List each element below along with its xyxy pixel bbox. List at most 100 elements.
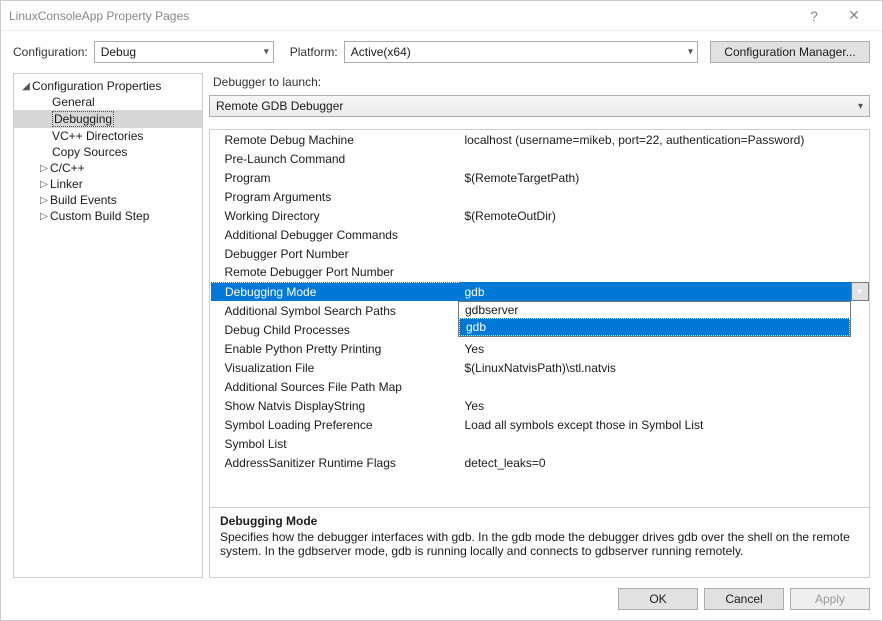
- configuration-value: Debug: [101, 45, 136, 59]
- description-pane: Debugging Mode Specifies how the debugge…: [209, 508, 870, 578]
- tree-item-label: Build Events: [50, 193, 117, 207]
- property-value[interactable]: $(RemoteOutDir): [459, 206, 869, 225]
- description-title: Debugging Mode: [220, 514, 859, 528]
- description-text: Specifies how the debugger interfaces wi…: [220, 530, 859, 558]
- configuration-manager-button[interactable]: Configuration Manager...: [710, 41, 870, 63]
- expand-icon[interactable]: ▷: [38, 195, 50, 206]
- property-value[interactable]: [459, 149, 869, 168]
- tree-item-label: Linker: [50, 177, 83, 191]
- property-value[interactable]: [459, 377, 869, 396]
- dropdown-option[interactable]: gdbserver: [459, 302, 850, 318]
- tree-item-label: General: [52, 95, 95, 109]
- tree-item[interactable]: Copy Sources: [14, 144, 202, 160]
- cancel-button[interactable]: Cancel: [704, 588, 784, 610]
- property-value[interactable]: gdb▾: [459, 282, 869, 301]
- tree-item-label: VC++ Directories: [52, 129, 143, 143]
- property-value[interactable]: Yes: [459, 339, 869, 358]
- property-row[interactable]: Program Arguments: [211, 187, 869, 206]
- property-row[interactable]: Symbol List: [211, 434, 869, 453]
- tree-root[interactable]: ◢ Configuration Properties: [14, 78, 202, 94]
- property-value[interactable]: detect_leaks=0: [459, 453, 869, 472]
- property-key: Additional Debugger Commands: [211, 225, 459, 244]
- tree-item-label: Debugging: [52, 111, 114, 127]
- property-row[interactable]: Debugger Port Number: [211, 244, 869, 263]
- ok-button[interactable]: OK: [618, 588, 698, 610]
- tree-item[interactable]: General: [14, 94, 202, 110]
- dropdown-button[interactable]: ▾: [851, 282, 869, 301]
- property-key: Program Arguments: [211, 187, 459, 206]
- property-value[interactable]: [459, 263, 869, 282]
- property-key: Visualization File: [211, 358, 459, 377]
- property-row[interactable]: Visualization File$(LinuxNatvisPath)\stl…: [211, 358, 869, 377]
- property-row[interactable]: Additional Sources File Path Map: [211, 377, 869, 396]
- property-row[interactable]: Remote Debugger Port Number: [211, 263, 869, 282]
- configuration-label: Configuration:: [13, 45, 88, 59]
- window-title: LinuxConsoleApp Property Pages: [9, 9, 794, 23]
- collapse-icon[interactable]: ◢: [20, 81, 32, 92]
- property-value[interactable]: $(RemoteTargetPath): [459, 168, 869, 187]
- property-value[interactable]: [459, 244, 869, 263]
- property-key: Show Natvis DisplayString: [211, 396, 459, 415]
- property-row[interactable]: Pre-Launch Command: [211, 149, 869, 168]
- platform-value: Active(x64): [351, 45, 411, 59]
- property-row[interactable]: Working Directory$(RemoteOutDir): [211, 206, 869, 225]
- property-key: Additional Symbol Search Paths: [211, 301, 459, 320]
- property-row[interactable]: Symbol Loading PreferenceLoad all symbol…: [211, 415, 869, 434]
- property-key: Enable Python Pretty Printing: [211, 339, 459, 358]
- property-key: Working Directory: [211, 206, 459, 225]
- property-key: AddressSanitizer Runtime Flags: [211, 453, 459, 472]
- dialog-window: LinuxConsoleApp Property Pages ? ✕ Confi…: [0, 0, 883, 621]
- close-icon[interactable]: ✕: [834, 7, 874, 24]
- property-row[interactable]: Program$(RemoteTargetPath): [211, 168, 869, 187]
- property-key: Program: [211, 168, 459, 187]
- platform-label: Platform:: [290, 45, 338, 59]
- property-row[interactable]: Enable Python Pretty PrintingYes: [211, 339, 869, 358]
- property-key: Symbol List: [211, 434, 459, 453]
- property-value[interactable]: [459, 434, 869, 453]
- property-key: Remote Debug Machine: [211, 130, 459, 149]
- property-key: Pre-Launch Command: [211, 149, 459, 168]
- configuration-select[interactable]: Debug ▾: [94, 41, 274, 63]
- property-key: Debug Child Processes: [211, 320, 459, 339]
- property-row[interactable]: Remote Debug Machinelocalhost (username=…: [211, 130, 869, 149]
- property-row[interactable]: Additional Debugger Commands: [211, 225, 869, 244]
- chevron-down-icon: ▾: [858, 101, 863, 112]
- configuration-row: Configuration: Debug ▾ Platform: Active(…: [1, 31, 882, 73]
- property-key: Symbol Loading Preference: [211, 415, 459, 434]
- tree-item[interactable]: ▷Build Events: [14, 192, 202, 208]
- tree-item-label: C/C++: [50, 161, 85, 175]
- launcher-value: Remote GDB Debugger: [216, 99, 343, 113]
- property-value[interactable]: $(LinuxNatvisPath)\stl.natvis: [459, 358, 869, 377]
- property-value[interactable]: localhost (username=mikeb, port=22, auth…: [459, 130, 869, 149]
- property-key: Remote Debugger Port Number: [211, 263, 459, 282]
- tree-item[interactable]: VC++ Directories: [14, 128, 202, 144]
- property-row[interactable]: Debugging Modegdb▾: [211, 282, 869, 301]
- property-row[interactable]: AddressSanitizer Runtime Flagsdetect_lea…: [211, 453, 869, 472]
- expand-icon[interactable]: ▷: [38, 211, 50, 222]
- chevron-down-icon: ▾: [264, 47, 269, 58]
- property-key: Debugger Port Number: [211, 244, 459, 263]
- title-bar: LinuxConsoleApp Property Pages ? ✕: [1, 1, 882, 31]
- expand-icon[interactable]: ▷: [38, 179, 50, 190]
- launcher-label: Debugger to launch:: [209, 73, 870, 95]
- main-area: ◢ Configuration Properties General Debugg…: [1, 73, 882, 578]
- help-icon[interactable]: ?: [794, 8, 834, 24]
- dialog-footer: OK Cancel Apply: [1, 578, 882, 620]
- property-value[interactable]: Yes: [459, 396, 869, 415]
- property-value[interactable]: Load all symbols except those in Symbol …: [459, 415, 869, 434]
- tree-item-label: Copy Sources: [52, 145, 127, 159]
- property-row[interactable]: Show Natvis DisplayStringYes: [211, 396, 869, 415]
- property-value[interactable]: [459, 225, 869, 244]
- dropdown-option[interactable]: gdb: [459, 318, 850, 336]
- launcher-select[interactable]: Remote GDB Debugger ▾: [209, 95, 870, 117]
- tree-item[interactable]: Debugging: [14, 110, 202, 128]
- platform-select[interactable]: Active(x64) ▾: [344, 41, 698, 63]
- tree-item[interactable]: ▷C/C++: [14, 160, 202, 176]
- property-grid-wrap: Remote Debug Machinelocalhost (username=…: [209, 129, 870, 508]
- expand-icon[interactable]: ▷: [38, 163, 50, 174]
- dropdown-popup[interactable]: gdbservergdb: [458, 301, 851, 337]
- tree-item[interactable]: ▷Custom Build Step: [14, 208, 202, 224]
- config-tree[interactable]: ◢ Configuration Properties General Debugg…: [13, 73, 203, 578]
- tree-item[interactable]: ▷Linker: [14, 176, 202, 192]
- property-value[interactable]: [459, 187, 869, 206]
